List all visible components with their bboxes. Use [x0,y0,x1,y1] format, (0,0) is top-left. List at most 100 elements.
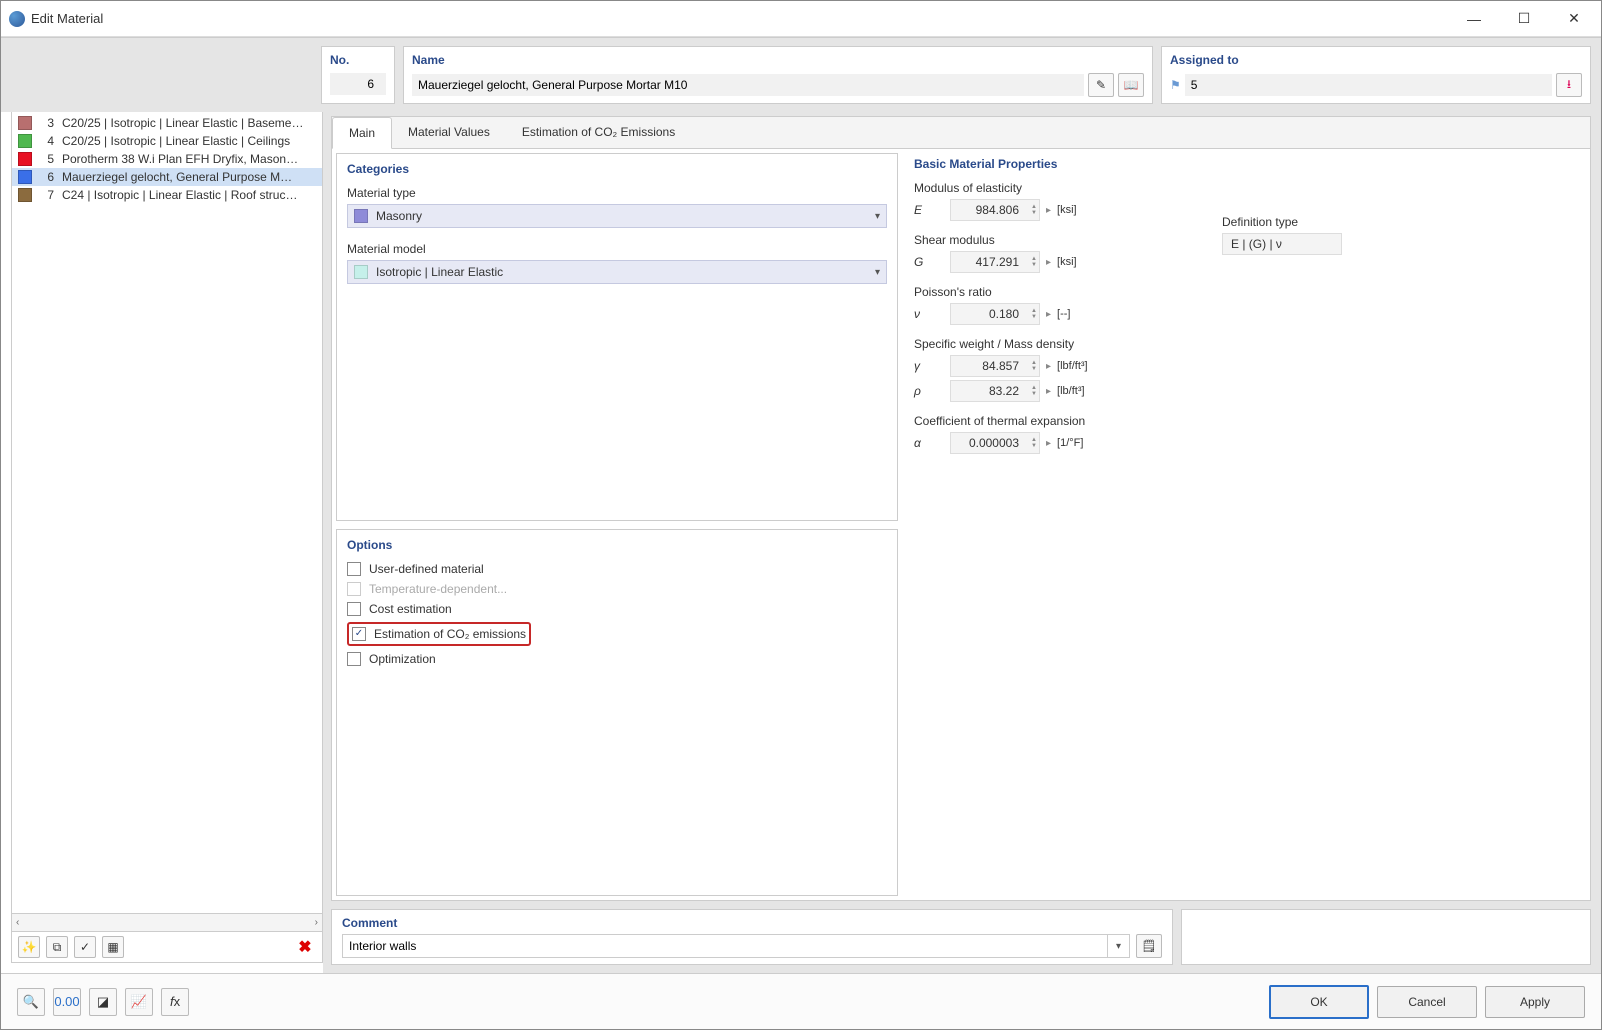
top-input-row: No. Name ✎ 📖 Assigned to ⚑ ⭳ [1,37,1601,112]
material-model-dropdown[interactable]: Isotropic | Linear Elastic ▾ [347,260,887,284]
library-icon[interactable]: 📖 [1118,73,1144,97]
assigned-flag-icon: ⚑ [1170,78,1181,92]
apply-button[interactable]: Apply [1485,986,1585,1018]
color-swatch-icon [18,116,32,130]
list-scrollbar[interactable]: ‹› [12,913,322,931]
material-model-color-swatch [354,265,368,279]
tab-body: Categories Material type Masonry ▾ Mater… [332,149,1590,900]
co2-emissions-checkbox[interactable]: Estimation of CO₂ emissions [352,627,526,641]
window-controls: — ☐ ✕ [1449,4,1599,34]
edit-name-icon[interactable]: ✎ [1088,73,1114,97]
delete-icon[interactable]: ✖ [294,936,316,958]
comment-field[interactable]: ▾ [342,934,1130,958]
assigned-block: Assigned to ⚑ ⭳ [1161,46,1591,104]
cancel-button[interactable]: Cancel [1377,986,1477,1018]
nu-input[interactable]: 0.180▲▼ [950,303,1040,325]
graph-icon[interactable]: 📈 [125,988,153,1016]
material-type-dropdown[interactable]: Masonry ▾ [347,204,887,228]
options-title: Options [347,538,887,552]
close-button[interactable]: ✕ [1549,4,1599,34]
material-type-color-swatch [354,209,368,223]
chevron-down-icon: ▾ [875,267,880,278]
material-list-panel: List 1C30/37 | Isotropic | Linear Elasti… [11,112,323,963]
new-item-icon[interactable]: ✨ [18,936,40,958]
footer: 🔍 0.00 ◪ 📈 fx OK Cancel Apply [1,973,1601,1029]
link-out-icon[interactable]: ▸ [1046,309,1051,320]
sw-label: Specific weight / Mass density [914,337,1578,351]
comment-label: Comment [342,916,1130,930]
optimization-checkbox[interactable]: Optimization [347,652,887,666]
list-item[interactable]: 6Mauerziegel gelocht, General Purpose M… [12,168,322,186]
link-out-icon[interactable]: ▸ [1046,205,1051,216]
list-item[interactable]: 4C20/25 | Isotropic | Linear Elastic | C… [12,132,322,150]
left-column: Categories Material type Masonry ▾ Mater… [332,149,902,900]
search-settings-icon[interactable]: 🔍 [17,988,45,1016]
sort-icon[interactable]: ✓ [74,936,96,958]
options-panel: Options User-defined material Temperatur… [336,529,898,897]
titlebar: Edit Material — ☐ ✕ [1,1,1601,37]
tab-material-values[interactable]: Material Values [392,117,506,148]
rho-input[interactable]: 83.22▲▼ [950,380,1040,402]
prop-row-alpha: α 0.000003▲▼ ▸ [1/°F] [914,432,1578,454]
link-out-icon[interactable]: ▸ [1046,257,1051,268]
units-icon[interactable]: 0.00 [53,988,81,1016]
def-type-value[interactable]: E | (G) | ν [1222,233,1342,255]
list-item[interactable]: 3C20/25 | Isotropic | Linear Elastic | B… [12,114,322,132]
tabs: Main Material Values Estimation of CO₂ E… [332,117,1590,149]
G-input[interactable]: 417.291▲▼ [950,251,1040,273]
tabs-container: Main Material Values Estimation of CO₂ E… [331,116,1591,901]
tab-co2[interactable]: Estimation of CO₂ Emissions [506,117,691,148]
color-swatch-icon [18,152,32,166]
comment-panel: Comment ▾ 🗒 [331,909,1173,965]
chevron-down-icon[interactable]: ▾ [1107,935,1129,957]
prop-row-nu: ν 0.180▲▼ ▸ [--] [914,303,1578,325]
copy-item-icon[interactable]: ⧉ [46,936,68,958]
comment-action-icon[interactable]: 🗒 [1136,934,1162,958]
cost-estimation-checkbox[interactable]: Cost estimation [347,602,887,616]
material-model-label: Material model [347,242,887,256]
def-type-label: Definition type [1222,215,1342,229]
prop-row-gamma: γ 84.857▲▼ ▸ [lbf/ft³] [914,355,1578,377]
material-type-label: Material type [347,186,887,200]
user-defined-checkbox[interactable]: User-defined material [347,562,887,576]
modulus-label: Modulus of elasticity [914,181,1578,195]
window-title: Edit Material [31,11,1449,26]
list-item[interactable]: 5Porotherm 38 W.i Plan EFH Dryfix, Mason… [12,150,322,168]
chevron-down-icon: ▾ [875,211,880,222]
no-block: No. [321,46,395,104]
categories-title: Categories [347,162,887,176]
link-out-icon[interactable]: ▸ [1046,438,1051,449]
color-swatch-icon [18,134,32,148]
co2-highlight: Estimation of CO₂ emissions [347,622,531,646]
alpha-input[interactable]: 0.000003▲▼ [950,432,1040,454]
E-input[interactable]: 984.806▲▼ [950,199,1040,221]
pick-assigned-icon[interactable]: ⭳ [1556,73,1582,97]
material-list: 1C30/37 | Isotropic | Linear Elastic | F… [12,112,322,913]
maximize-button[interactable]: ☐ [1499,4,1549,34]
edit-material-window: Edit Material — ☐ ✕ No. Name ✎ 📖 Assigne… [0,0,1602,1030]
properties-title: Basic Material Properties [914,157,1578,171]
name-block: Name ✎ 📖 [403,46,1153,104]
list-item[interactable]: 7C24 | Isotropic | Linear Elastic | Roof… [12,186,322,204]
color-swatch-icon [18,188,32,202]
no-label: No. [330,53,386,67]
ok-button[interactable]: OK [1269,985,1369,1019]
gamma-input[interactable]: 84.857▲▼ [950,355,1040,377]
color-swatch-icon [18,170,32,184]
no-input[interactable] [330,73,386,95]
cte-label: Coefficient of thermal expansion [914,414,1578,428]
comment-input[interactable] [343,935,1107,957]
filter-icon[interactable]: ▦ [102,936,124,958]
name-label: Name [412,53,1144,67]
link-out-icon[interactable]: ▸ [1046,386,1051,397]
color-icon[interactable]: ◪ [89,988,117,1016]
tab-main[interactable]: Main [332,117,392,149]
categories-panel: Categories Material type Masonry ▾ Mater… [336,153,898,521]
minimize-button[interactable]: — [1449,4,1499,34]
link-out-icon[interactable]: ▸ [1046,361,1051,372]
prop-row-rho: ρ 83.22▲▼ ▸ [lb/ft³] [914,380,1578,402]
assigned-input[interactable] [1185,74,1552,96]
function-icon[interactable]: fx [161,988,189,1016]
temperature-dependent-checkbox: Temperature-dependent... [347,582,887,596]
name-input[interactable] [412,74,1084,96]
